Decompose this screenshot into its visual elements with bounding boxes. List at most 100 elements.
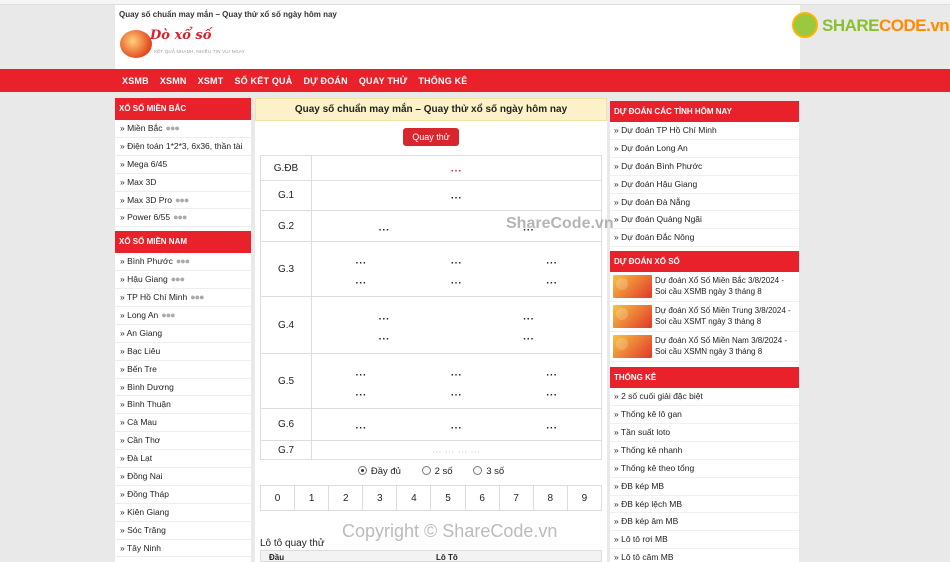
- stats-link[interactable]: » ĐB kép lệch MB: [610, 496, 799, 514]
- sharecode-logo: SHARECODE.vn: [792, 10, 950, 42]
- nav-quay-thu[interactable]: QUAY THỬ: [359, 76, 408, 86]
- sidebar-link-label: » Max 3D Pro: [120, 194, 172, 205]
- prize-label: G.2: [260, 210, 312, 242]
- prize-value: ...: [450, 275, 463, 287]
- nav-du-doan[interactable]: DỰ ĐOÁN: [303, 76, 347, 86]
- digit-button[interactable]: 7: [500, 486, 534, 510]
- prize-value: ...: [450, 420, 463, 432]
- nav-xsmb[interactable]: XSMB: [122, 76, 149, 86]
- sidebar-link[interactable]: » Đồng Nai: [115, 468, 251, 486]
- nav-xsmn[interactable]: XSMN: [160, 76, 187, 86]
- prize-value: ...: [378, 222, 390, 233]
- digit-button[interactable]: 9: [568, 486, 601, 510]
- sidebar-link[interactable]: » Bến Tre: [115, 361, 251, 379]
- digit-button[interactable]: 6: [466, 486, 500, 510]
- prize-value: ...: [355, 275, 367, 287]
- radio-label: Đầy đủ: [370, 466, 401, 477]
- status-dots: ●●●: [174, 194, 189, 205]
- stats-link[interactable]: » Lô tô rơi MB: [610, 531, 799, 550]
- radio-2-digits[interactable]: 2 số: [421, 466, 453, 477]
- nav-so-ket-qua[interactable]: SỐ KẾT QUẢ: [234, 76, 292, 86]
- results-table: G.ĐB ... G.1 ... G.2 ... ... G.3 ... ...…: [260, 155, 602, 460]
- digit-button[interactable]: 2: [329, 486, 364, 510]
- stats-link[interactable]: » Lô tô câm MB: [610, 549, 799, 562]
- news-line1: Dự đoán Xổ Số Miền Nam 3/8/2024 -: [655, 336, 788, 346]
- stats-link[interactable]: » ĐB kép âm MB: [610, 513, 799, 532]
- sidebar-link[interactable]: » Power 6/55 ●●●: [115, 209, 251, 228]
- news-line2: Soi cầu XSMN ngày 3 tháng 8: [655, 347, 763, 357]
- sidebar-link-label: » Kiên Giang: [120, 506, 170, 517]
- news-item[interactable]: Dự đoán Xổ Số Miền Trung 3/8/2024 - Soi c…: [610, 302, 799, 333]
- status-dots: ●●●: [190, 292, 204, 303]
- sidebar-link[interactable]: » TP Hồ Chí Minh ●●●: [115, 289, 251, 308]
- prize-label: G.1: [260, 180, 312, 211]
- digit-button[interactable]: 3: [363, 486, 398, 510]
- digit-button[interactable]: 1: [295, 486, 330, 510]
- sidebar-link[interactable]: » Bình Thuận: [115, 396, 251, 415]
- sidebar-link[interactable]: » Max 3D: [115, 174, 251, 192]
- stats-link[interactable]: » Tần suất loto: [610, 424, 799, 442]
- logo-name: Dò xổ số: [150, 28, 212, 43]
- news-item[interactable]: Dự đoán Xổ Số Miền Bắc 3/8/2024 - Soi cầu…: [610, 272, 799, 303]
- nav-xsmt[interactable]: XSMT: [198, 76, 224, 86]
- sidebar-link[interactable]: » An Giang: [115, 325, 251, 343]
- sidebar-link-label: » Sóc Trăng: [120, 524, 166, 535]
- logo-mascot-icon: [120, 30, 152, 58]
- stats-link[interactable]: » Thống kê nhanh: [610, 442, 799, 460]
- prize-row-g6: G.6 ... ... ...: [260, 408, 602, 441]
- sidebar-link[interactable]: » Bạc Liêu: [115, 343, 251, 361]
- left-sidebar: XỔ SỐ MIỀN BẮC » Miền Bắc ●●●» Điện toán …: [115, 98, 251, 562]
- stats-link[interactable]: » Thống kê theo tổng: [610, 460, 799, 478]
- sidebar-link[interactable]: » Hậu Giang ●●●: [115, 271, 251, 290]
- digit-button[interactable]: 0: [261, 486, 296, 510]
- digit-button[interactable]: 8: [534, 486, 568, 510]
- sidebar-link[interactable]: » Kiên Giang: [115, 504, 251, 522]
- sidebar-link[interactable]: » Max 3D Pro ●●●: [115, 192, 251, 210]
- predict-link[interactable]: » Dự đoán Long An: [610, 140, 799, 158]
- predict-link[interactable]: » Dự đoán Đắc Nông: [610, 229, 799, 248]
- sidebar-link[interactable]: » Sóc Trăng: [115, 522, 251, 540]
- sidebar-link-label: » Max 3D: [120, 176, 157, 187]
- sidebar-link[interactable]: » Bình Dương: [115, 379, 251, 397]
- predict-link[interactable]: » Dự đoán Quảng Ngãi: [610, 211, 799, 230]
- stats-section-title: THỐNG KÊ: [610, 367, 799, 389]
- stats-link[interactable]: » Thống kê lô gan: [610, 406, 799, 425]
- prize-label: G.3: [260, 241, 312, 297]
- radio-full[interactable]: Đầy đủ: [357, 466, 401, 477]
- lottery-predict-title: DỰ ĐOÁN XỔ SỐ: [610, 251, 799, 273]
- sidebar-link-label: » Tây Ninh: [120, 542, 161, 553]
- prize-value: ...: [355, 420, 367, 432]
- sidebar-link[interactable]: » Long An ●●●: [115, 307, 251, 325]
- prize-value: ...: [546, 387, 558, 399]
- sharecode-left: SHARE: [822, 16, 880, 35]
- digit-button[interactable]: 4: [397, 486, 432, 510]
- digit-button[interactable]: 5: [431, 486, 466, 510]
- prize-row-db: G.ĐB ...: [260, 155, 602, 181]
- sidebar-link[interactable]: » Mega 6/45: [115, 156, 251, 174]
- predict-link[interactable]: » Dự đoán Hậu Giang: [610, 176, 799, 194]
- sidebar-link[interactable]: » Đồng Tháp: [115, 486, 251, 504]
- sidebar-link[interactable]: » Cà Mau: [115, 414, 251, 433]
- radio-unchecked-icon: [421, 466, 431, 475]
- sidebar-link[interactable]: » Cần Thơ: [115, 432, 251, 451]
- sidebar-link[interactable]: » Đà Lạt: [115, 450, 251, 469]
- spin-button[interactable]: Quay thử: [403, 128, 459, 146]
- stats-link[interactable]: » ĐB kép MB: [610, 478, 799, 496]
- sidebar-link[interactable]: » Tây Ninh: [115, 540, 251, 558]
- predict-link[interactable]: » Dự đoán Bình Phước: [610, 158, 799, 176]
- sidebar-link[interactable]: » Bình Phước ●●●: [115, 253, 251, 272]
- prize-label: G.5: [260, 353, 312, 409]
- sidebar-link[interactable]: » Điện toán 1*2*3, 6x36, thần tài: [115, 138, 251, 156]
- sidebar-link-label: » Cà Mau: [120, 417, 157, 428]
- predict-link[interactable]: » Dự đoán TP Hồ Chí Minh: [610, 122, 799, 140]
- sidebar-link[interactable]: » Miền Bắc ●●●: [115, 120, 251, 138]
- predict-link[interactable]: » Dự đoán Đà Nẵng: [610, 194, 799, 212]
- right-sidebar: DỰ ĐOÁN CÁC TỈNH HÔM NAY » Dự đoán TP Hồ…: [610, 101, 799, 562]
- news-item[interactable]: Dự đoán Xổ Số Miền Nam 3/8/2024 - Soi cầu…: [610, 332, 799, 363]
- radio-3-digits[interactable]: 3 số: [473, 466, 504, 477]
- prize-row-g5: G.5 ... ... ... ... ... ...: [260, 353, 602, 409]
- sidebar-link-label: » Mega 6/45: [120, 158, 168, 169]
- stats-link[interactable]: » 2 số cuối giải đặc biệt: [610, 388, 799, 407]
- nav-thong-ke[interactable]: THỐNG KÊ: [418, 76, 467, 86]
- site-logo[interactable]: Dò xổ số KẾT QUẢ NHANH, NHIỀU TIN VUI NG…: [120, 26, 245, 64]
